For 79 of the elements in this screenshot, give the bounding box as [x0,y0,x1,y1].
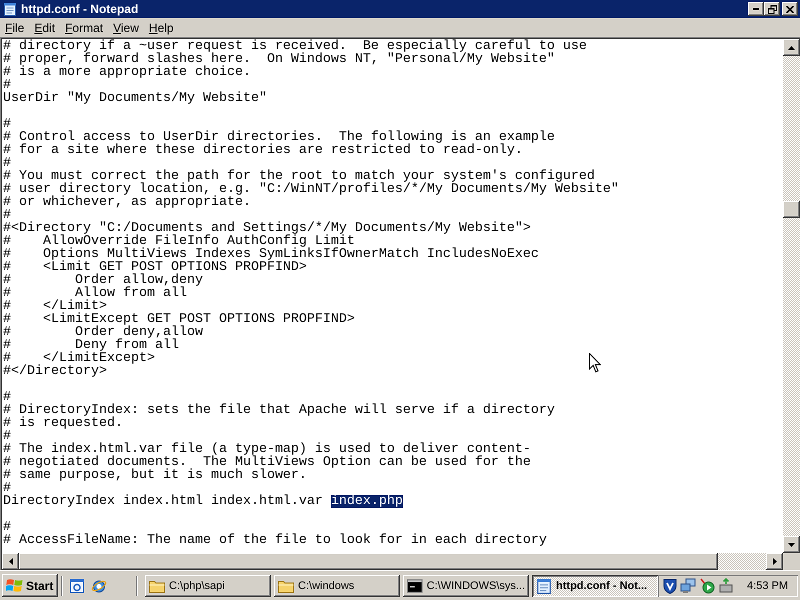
vertical-scrollbar[interactable] [783,39,800,553]
text-line: # [3,79,11,92]
text-line: # [3,430,11,443]
console-icon [407,578,423,592]
text-line: # Control access to UserDir directories. The following is an example [3,131,555,144]
taskbar-button[interactable]: C:\WINDOWS\sys... [403,574,530,596]
taskbar-button[interactable]: C:\php\sapi [145,574,272,596]
text-line: # [3,157,11,170]
text-line: DirectoryIndex index.html index.html.var [3,495,324,508]
text-line: # Allow from all [3,287,187,300]
play-icon[interactable] [699,578,716,594]
menu-item[interactable]: Edit [29,20,60,36]
text-line: # You must correct the path for the root to match your system's configured [3,170,595,183]
window-title: httpd.conf - Notepad [21,2,140,16]
text-line: # Options MultiViews Indexes SymLinksIfOwnerMatch IncludesNoExec [3,248,539,261]
close-icon [786,6,794,12]
text-line: #</Directory> [3,365,107,378]
restore-icon [768,4,776,14]
text-line: # [3,391,11,404]
text-line: # proper, forward slashes here. On Windows NT, "Personal/My Website" [3,53,555,66]
scroll-right-button[interactable] [766,553,783,570]
scroll-down-button[interactable] [783,536,800,553]
text-line: # [3,521,11,534]
text-line: # AccessFileName: The name of the file to look for in each directory [3,534,547,547]
scroll-thumb[interactable] [783,201,800,218]
restore-button[interactable] [764,2,780,16]
folder-icon [149,578,166,592]
caret-down-icon [788,542,795,546]
flag-icon [6,578,23,593]
scroll-left-button[interactable] [2,553,19,570]
caret-up-icon [788,46,795,50]
text-line: # [3,482,11,495]
text-line: # </LimitExcept> [3,352,155,365]
minimize-icon [753,8,759,10]
text-area[interactable] [2,39,783,553]
text-line: # DirectoryIndex: sets the file that Apache will serve if a directory [3,404,555,417]
caret-left-icon [8,558,12,565]
taskbar-button[interactable]: httpd.conf - Not... [532,574,658,596]
orbit-icon[interactable] [91,578,108,594]
text-line: # Order allow,deny [3,274,203,287]
text-line: # </Limit> [3,300,107,313]
notebook-icon [536,578,552,594]
minimize-button[interactable] [748,2,764,16]
text-line: # same purpose, but it is much slower. [3,469,307,482]
text-line: # <Limit GET POST OPTIONS PROPFIND> [3,261,307,274]
scroll-up-button[interactable] [783,39,800,56]
text-line: # Order deny,allow [3,326,203,339]
shield-icon[interactable] [663,578,678,594]
text-line: # for a site where these directories are restricted to read-only. [3,144,523,157]
text-line: # [3,209,11,222]
taskbar-button[interactable]: C:\windows [274,574,400,596]
notebook-icon [3,2,17,16]
text-line: # AllowOverride FileInfo AuthConfig Limit [3,235,355,248]
text-line: #<Directory "C:/Documents and Settings/*/My Documents/My Website"> [3,222,531,235]
folder-icon [278,578,294,592]
menu-item[interactable]: Format [60,20,108,36]
start-button[interactable]: Start [2,574,58,597]
text-line: # [3,118,11,131]
menu-item[interactable]: File [0,20,30,36]
text-line: # negotiated documents. The MultiViews Option can be used for the [3,456,531,469]
text-line: # <LimitExcept GET POST OPTIONS PROPFIND> [3,313,355,326]
clock: 4:53 PM [747,580,788,592]
menu-item[interactable]: View [108,20,144,36]
mouse-pointer-icon [589,353,601,373]
caret-right-icon [772,558,776,565]
device-icon[interactable] [718,578,734,594]
text-line: # or whichever, as appropriate. [3,196,251,209]
text-line: UserDir "My Documents/My Website" [3,92,267,105]
close-button[interactable] [782,2,798,16]
menu-item[interactable]: Help [144,20,179,36]
text-line: # is a more appropriate choice. [3,66,251,79]
text-line: # Deny from all [3,339,179,352]
text-line: # is requested. [3,417,123,430]
selected-text: index.php [330,495,403,508]
computers-icon[interactable] [680,578,696,594]
text-line: # directory if a ~user request is received. Be especially careful to use [3,40,587,53]
text-line: # user directory location, e.g. "C:/WinNT/profiles/*/My Documents/My Website" [3,183,619,196]
text-line: # The index.html.var file (a type-map) is used to deliver content- [3,443,531,456]
window-icon[interactable] [69,578,86,594]
